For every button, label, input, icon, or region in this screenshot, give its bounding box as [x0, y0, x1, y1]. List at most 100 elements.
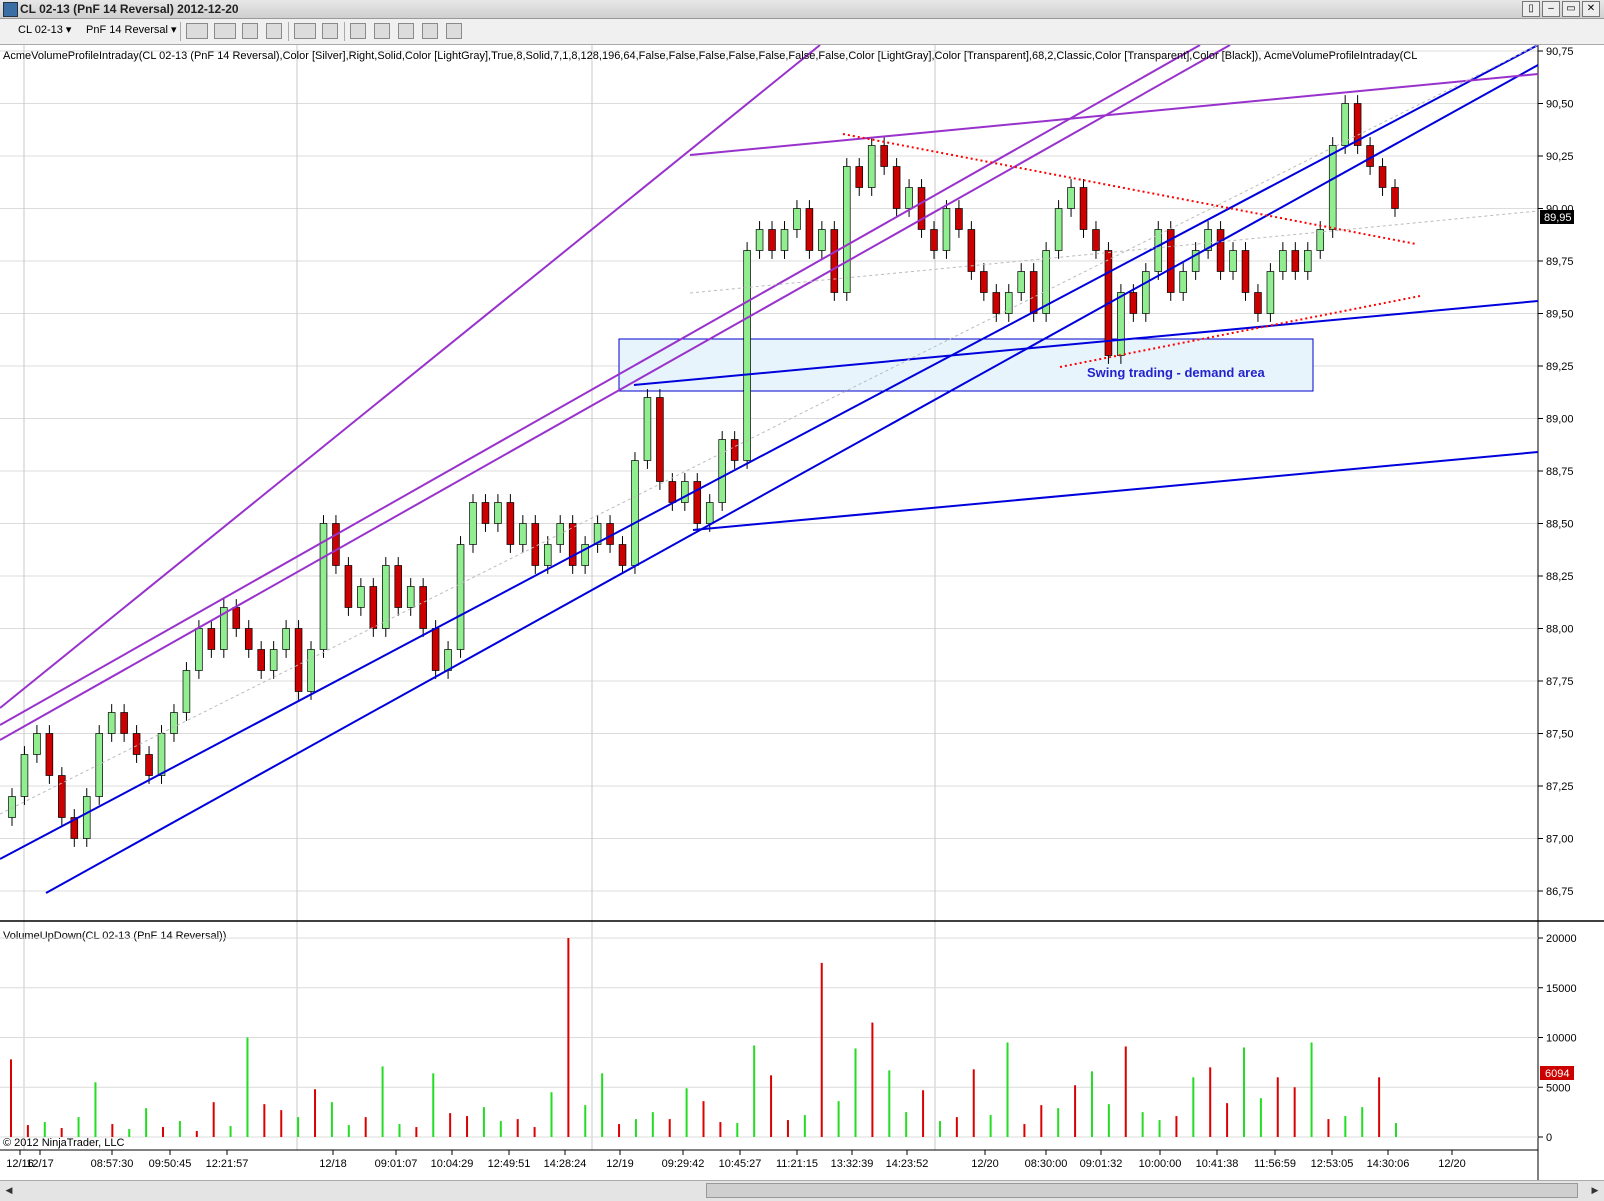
volume-bar [888, 1070, 891, 1137]
price-bar-down [1092, 229, 1100, 251]
data-box-icon[interactable] [350, 23, 366, 39]
time-tick-label: 12/20 [971, 1158, 999, 1170]
price-tick-label: 88,75 [1546, 466, 1574, 478]
time-axis[interactable]: 12/1612/17 08:57:30 09:50:45 12:21:57 12/18 0… [6, 1150, 1466, 1170]
volume-bar [702, 1101, 705, 1137]
volume-bar [364, 1117, 367, 1137]
lock-icon[interactable] [266, 23, 282, 39]
price-bar-up [107, 712, 116, 734]
price-bar-down [618, 544, 627, 566]
indicators-icon[interactable] [374, 23, 390, 39]
pointer-icon[interactable] [294, 23, 316, 39]
time-tick-label: 12/20 [1438, 1158, 1466, 1170]
price-bar-down [45, 733, 54, 776]
volume-bar [280, 1110, 283, 1137]
volume-bar [482, 1107, 485, 1137]
price-bar-up [643, 397, 652, 461]
volume-bar [432, 1073, 435, 1137]
volume-bar [1023, 1124, 1026, 1137]
price-bar-up [793, 208, 801, 230]
price-bar-up [1017, 271, 1025, 293]
volume-bar [618, 1124, 621, 1137]
close-button[interactable]: ✕ [1582, 1, 1600, 17]
chart-canvas[interactable]: Swing trading - demand area AcmeVolumePr… [0, 44, 1604, 1180]
volume-bar [584, 1105, 587, 1137]
price-bar-down [880, 145, 888, 167]
scrollbar-thumb[interactable] [706, 1183, 1578, 1198]
volume-bar [820, 962, 823, 1137]
price-bar-up [1067, 187, 1075, 209]
price-bar-down [830, 229, 839, 293]
price-bar-up [631, 460, 639, 566]
price-bar-down [1291, 250, 1300, 272]
volume-bar [1344, 1116, 1347, 1137]
time-tick-label: 12:21:57 [206, 1158, 249, 1170]
volume-bar [516, 1119, 519, 1137]
magic-wand-icon[interactable] [242, 23, 258, 39]
title-bar: CL 02-13 (PnF 14 Reversal) 2012-12-20 ▯ … [0, 0, 1604, 19]
volume-bar [770, 1075, 773, 1137]
price-bar-down [481, 502, 490, 524]
price-icon[interactable] [422, 23, 438, 39]
volume-bar [26, 1125, 29, 1137]
restore-all-button[interactable]: ▯ [1522, 1, 1540, 17]
volume-tick-label: 10000 [1546, 1033, 1577, 1045]
properties-icon[interactable] [446, 23, 462, 39]
time-tick-label: 14:28:24 [544, 1158, 587, 1170]
volume-bar [212, 1102, 215, 1137]
strategies-icon[interactable] [398, 23, 414, 39]
volume-bar [685, 1088, 688, 1137]
time-tick-label: 11:21:15 [776, 1158, 818, 1170]
price-bar-up [1004, 292, 1013, 314]
price-axis[interactable]: 90,7590,5090,2590,0089,7589,5089,2589,00… [1538, 46, 1574, 898]
chart-area[interactable]: Swing trading - demand area AcmeVolumePr… [0, 44, 1604, 1193]
price-bar-down [344, 565, 353, 608]
volume-indicator-label: VolumeUpDown(CL 02-13 (PnF 14 Reversal)) [3, 930, 226, 942]
volume-bar [1276, 1077, 1279, 1137]
volume-bar [1074, 1085, 1077, 1137]
price-bar-up [780, 229, 789, 251]
volume-bar [871, 1022, 874, 1137]
price-tick-label: 87,50 [1546, 729, 1574, 741]
horizontal-scrollbar[interactable]: ◀ ▶ [0, 1180, 1604, 1201]
price-tick-label: 88,25 [1546, 571, 1574, 583]
scroll-right-arrow-icon[interactable]: ▶ [1588, 1183, 1602, 1198]
price-bar-down [332, 523, 340, 566]
chart-style-icon[interactable] [186, 23, 208, 39]
price-bar-down [1378, 166, 1387, 188]
drawing-tool-icon[interactable] [214, 23, 236, 39]
volume-bar [195, 1131, 198, 1137]
app-icon [3, 2, 18, 17]
price-bar-up [681, 481, 689, 503]
maximize-button[interactable]: ▭ [1562, 1, 1580, 17]
price-tick-label: 89,50 [1546, 309, 1574, 321]
scroll-left-arrow-icon[interactable]: ◀ [2, 1183, 16, 1198]
price-bar-up [755, 229, 764, 251]
price-bar-up [743, 250, 751, 461]
time-tick-label: 10:00:00 [1139, 1158, 1182, 1170]
price-bar-up [82, 796, 91, 839]
volume-axis[interactable]: 20000 15000 10000 5000 0 [1538, 933, 1577, 1144]
instrument-selector[interactable]: CL 02-13 ▾ [14, 23, 80, 38]
volume-bar [567, 938, 570, 1137]
zoom-icon[interactable] [322, 23, 338, 39]
volume-bar [398, 1124, 401, 1137]
volume-bar [347, 1125, 350, 1137]
price-bar-down [855, 166, 864, 188]
price-bar-up [1341, 103, 1349, 146]
price-bar-down [768, 229, 776, 251]
demand-area-annotation[interactable]: Swing trading - demand area [1087, 365, 1265, 380]
time-tick-label: 11:56:59 [1254, 1158, 1296, 1170]
time-tick-label: 12/17 [26, 1158, 54, 1170]
period-selector[interactable]: PnF 14 Reversal ▾ [82, 23, 178, 38]
volume-bar [1057, 1108, 1060, 1137]
price-bar-up [867, 145, 876, 188]
price-bar-up [20, 754, 29, 797]
price-bar-up [456, 544, 465, 650]
volume-bar [550, 1092, 553, 1137]
price-bar-up [942, 208, 951, 251]
time-tick-label: 08:30:00 [1025, 1158, 1068, 1170]
volume-bar [955, 1117, 958, 1137]
price-bar-up [469, 502, 477, 545]
minimize-button[interactable]: – [1542, 1, 1560, 17]
